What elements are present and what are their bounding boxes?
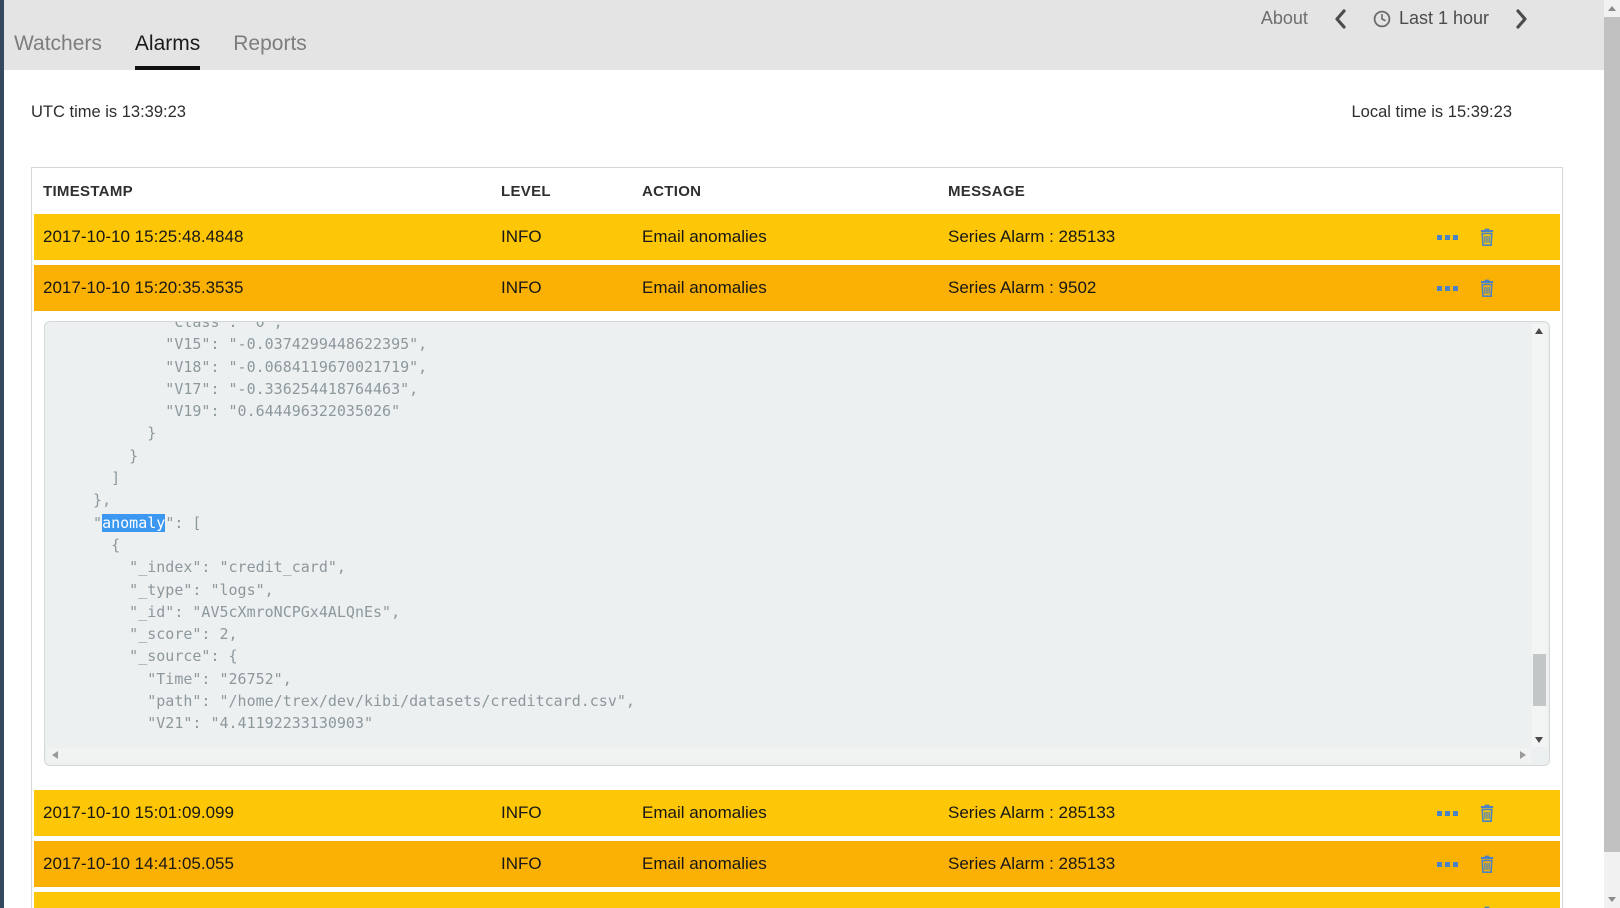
col-header-timestamp: TIMESTAMP (34, 183, 501, 200)
time-range-prev-icon[interactable] (1334, 9, 1347, 29)
alarm-action: Email anomalies (642, 278, 948, 298)
panel-scroll-left-icon[interactable] (52, 751, 58, 759)
more-actions-icon[interactable] (1437, 235, 1458, 240)
alarm-row[interactable]: 2017-10-10 15:20:35.3535 INFO Email anom… (34, 265, 1560, 311)
tab-alarms[interactable]: Alarms (135, 32, 200, 70)
alarm-message: Series Alarm : 285133 (948, 227, 1427, 247)
top-navigation-bar: Watchers Alarms Reports About Last 1 hou… (0, 0, 1604, 70)
local-time-text: Local time is 15:39:23 (1351, 103, 1512, 122)
json-code-viewport: "Class": "0", "V15": "-0.037429944862239… (45, 322, 1533, 749)
alarm-message: Series Alarm : 9502 (948, 278, 1427, 298)
about-link[interactable]: About (1261, 8, 1308, 29)
tab-watchers[interactable]: Watchers (14, 32, 102, 70)
table-header-row: TIMESTAMP LEVEL ACTION MESSAGE (34, 170, 1560, 212)
alarm-timestamp: 2017-10-10 15:01:09.099 (34, 803, 501, 823)
delete-alarm-icon[interactable] (1479, 279, 1495, 297)
panel-vscroll-thumb[interactable] (1533, 654, 1546, 706)
panel-scroll-down-icon[interactable] (1535, 737, 1543, 743)
json-code: "Class": "0", "V15": "-0.037429944862239… (45, 322, 1533, 735)
alarm-row[interactable]: 2017-10-10 14:41:05.055 INFO Email anoma… (34, 841, 1560, 887)
time-range-picker[interactable]: Last 1 hour (1373, 8, 1489, 29)
alarm-action: Email anomalies (642, 227, 948, 247)
alarm-message: Series Alarm : 285133 (948, 854, 1427, 874)
alarm-action: Email anomalies (642, 854, 948, 874)
scroll-up-icon[interactable] (1604, 0, 1620, 17)
topbar-right-controls: About Last 1 hour (1261, 8, 1528, 29)
col-header-level: LEVEL (501, 183, 642, 200)
tab-reports[interactable]: Reports (233, 32, 307, 70)
left-edge-border (0, 0, 4, 908)
delete-alarm-icon[interactable] (1479, 228, 1495, 246)
more-actions-icon[interactable] (1437, 862, 1458, 867)
alarm-row[interactable]: 2017-10-10 15:25:48.4848 INFO Email anom… (34, 214, 1560, 260)
panel-scroll-up-icon[interactable] (1535, 328, 1543, 334)
col-header-message: MESSAGE (948, 183, 1427, 200)
alarm-level: INFO (501, 854, 642, 874)
alarms-table: TIMESTAMP LEVEL ACTION MESSAGE 2017-10-1… (31, 167, 1563, 908)
delete-alarm-icon[interactable] (1479, 804, 1495, 822)
alarm-timestamp: 2017-10-10 15:25:48.4848 (34, 227, 501, 247)
alarm-row[interactable]: 2017-10-10 14:39:29.2929 INFO Email anom… (34, 892, 1560, 908)
alarm-action: Email anomalies (642, 803, 948, 823)
alarm-detail-panel: "Class": "0", "V15": "-0.037429944862239… (44, 321, 1550, 766)
panel-scroll-right-icon[interactable] (1520, 751, 1526, 759)
panel-vertical-scrollbar[interactable] (1532, 324, 1547, 747)
alarm-timestamp: 2017-10-10 15:20:35.3535 (34, 278, 501, 298)
alarm-timestamp: 2017-10-10 14:41:05.055 (34, 854, 501, 874)
alarm-level: INFO (501, 278, 642, 298)
more-actions-icon[interactable] (1437, 286, 1458, 291)
alarm-row[interactable]: 2017-10-10 15:01:09.099 INFO Email anoma… (34, 790, 1560, 836)
alarm-level: INFO (501, 803, 642, 823)
panel-horizontal-scrollbar[interactable] (47, 748, 1531, 763)
more-actions-icon[interactable] (1437, 811, 1458, 816)
main-tabs: Watchers Alarms Reports (14, 0, 307, 70)
time-range-next-icon[interactable] (1515, 9, 1528, 29)
alarm-level: INFO (501, 227, 642, 247)
page-scrollbar-thumb[interactable] (1604, 17, 1620, 852)
scroll-down-icon[interactable] (1604, 891, 1620, 908)
alarm-message: Series Alarm : 285133 (948, 803, 1427, 823)
time-range-label: Last 1 hour (1399, 8, 1489, 29)
time-status-row: UTC time is 13:39:23 Local time is 15:39… (31, 103, 1512, 122)
delete-alarm-icon[interactable] (1479, 855, 1495, 873)
page-scrollbar[interactable] (1604, 0, 1620, 908)
col-header-action: ACTION (642, 183, 948, 200)
clock-icon (1373, 10, 1391, 28)
utc-time-text: UTC time is 13:39:23 (31, 103, 186, 122)
